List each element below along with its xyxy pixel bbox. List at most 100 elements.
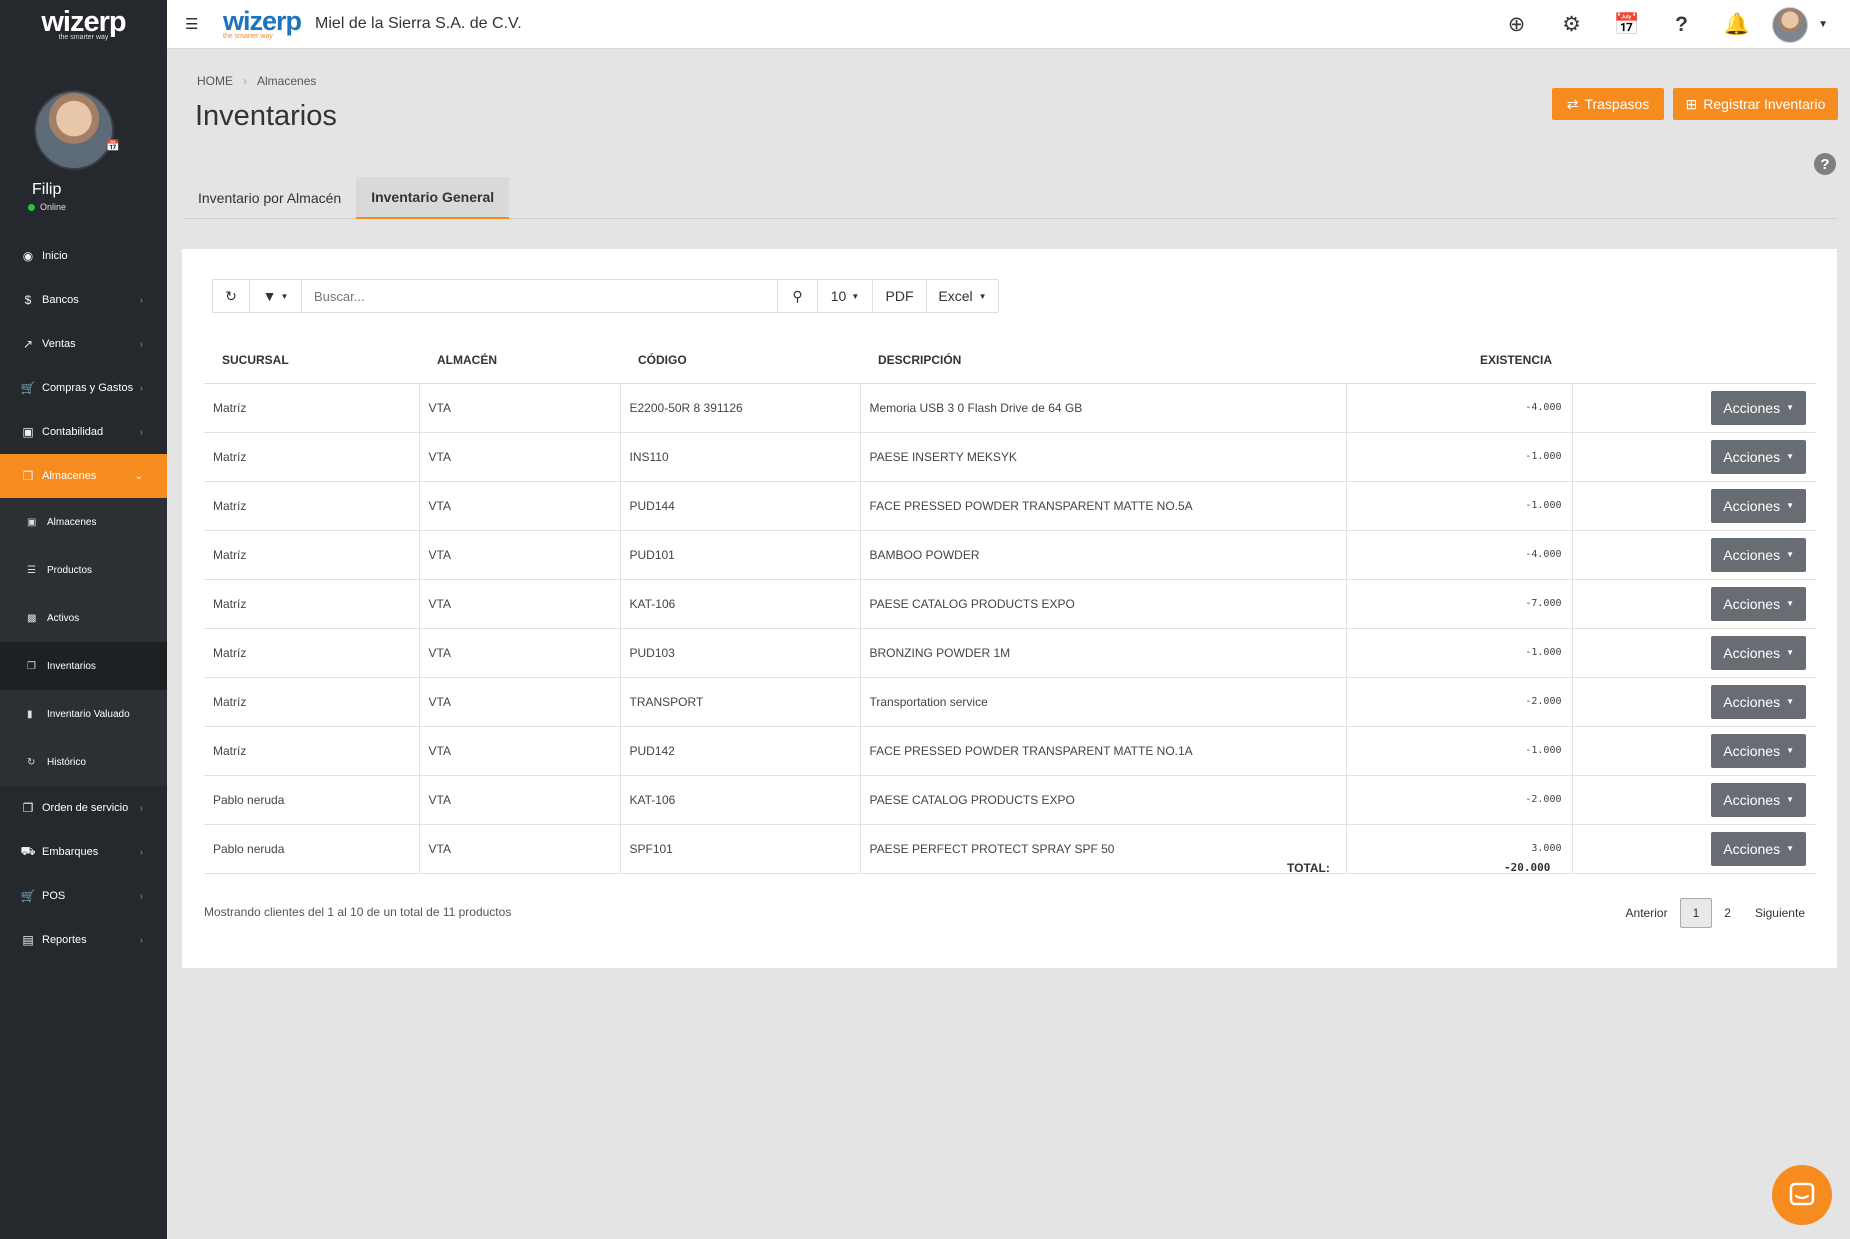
cell-descripcion: BAMBOO POWDER	[860, 530, 1347, 580]
caret-down-icon: ▼	[851, 291, 860, 301]
tab-inventario-por-almacen[interactable]: Inventario por Almacén	[183, 177, 356, 219]
acciones-button[interactable]: Acciones ▼	[1711, 586, 1806, 621]
sidebar-subitem-historico[interactable]: ↻ Histórico	[0, 738, 167, 786]
hamburger-menu-icon[interactable]: ☰	[185, 15, 207, 33]
page-size-select[interactable]: 10 ▼	[818, 280, 873, 312]
pagination-next[interactable]: Siguiente	[1743, 898, 1817, 928]
filter-button[interactable]: ▼ ▼	[250, 280, 302, 312]
excel-button[interactable]: Excel ▼	[927, 280, 998, 312]
cell-codigo: KAT-106	[620, 775, 861, 825]
user-avatar[interactable]	[1772, 6, 1809, 43]
sidebar-subitem-label: Inventario Valuado	[47, 708, 130, 720]
breadcrumb-home[interactable]: HOME	[197, 74, 233, 88]
caret-down-icon: ▼	[280, 291, 289, 301]
sidebar-subitem-inventarios[interactable]: ❐ Inventarios	[0, 642, 167, 690]
acciones-button[interactable]: Acciones ▼	[1711, 537, 1806, 572]
sidebar-item-reportes[interactable]: ▤ Reportes ›	[0, 918, 167, 962]
sidebar-item-label: Orden de servicio	[42, 802, 129, 814]
refresh-icon: ↻	[225, 287, 237, 304]
pagination-prev[interactable]: Anterior	[1614, 898, 1680, 928]
search-button[interactable]: ⚲	[778, 280, 818, 312]
cell-sucursal: Pablo neruda	[204, 775, 420, 825]
traspasos-button[interactable]: ⇄ Traspasos	[1552, 88, 1664, 120]
gears-icon[interactable]: ⚙	[1544, 12, 1599, 37]
sidebar-subitem-almacenes[interactable]: ▣ Almacenes	[0, 498, 167, 546]
calendar-icon[interactable]: 📅	[106, 139, 120, 152]
bell-icon[interactable]: 🔔	[1709, 13, 1764, 37]
sidebar-item-pos[interactable]: 🛒 POS ›	[0, 874, 167, 918]
files-icon: ❐	[22, 469, 34, 483]
cell-descripcion: PAESE CATALOG PRODUCTS EXPO	[860, 579, 1347, 629]
sidebar-subitem-activos[interactable]: ▩ Activos	[0, 594, 167, 642]
pagination-info: Mostrando clientes del 1 al 10 de un tot…	[204, 905, 512, 919]
pagination-page-2[interactable]: 2	[1712, 898, 1743, 928]
column-header-almacen[interactable]: ALMACÉN	[419, 337, 620, 384]
sidebar-subitem-productos[interactable]: ☰ Productos	[0, 546, 167, 594]
breadcrumb-separator-icon: ›	[243, 74, 247, 88]
refresh-button[interactable]: ↻	[213, 280, 250, 312]
acciones-button[interactable]: Acciones ▼	[1711, 733, 1806, 768]
acciones-button[interactable]: Acciones ▼	[1711, 390, 1806, 425]
traspasos-label: Traspasos	[1584, 96, 1650, 112]
caret-down-icon: ▼	[1786, 697, 1794, 706]
column-header-sucursal[interactable]: SUCURSAL	[204, 337, 419, 384]
cell-actions: Acciones ▼	[1572, 481, 1816, 531]
column-header-existencia[interactable]: EXISTENCIA	[1346, 337, 1572, 384]
pdf-button[interactable]: PDF	[873, 280, 927, 312]
files-icon: ❐	[22, 801, 34, 815]
chat-icon	[1789, 1182, 1815, 1206]
table-row: Matríz VTA E2200-50R 8 391126 Memoria US…	[204, 383, 1816, 433]
acciones-label: Acciones	[1723, 399, 1781, 416]
cell-existencia: -4.000	[1346, 383, 1573, 433]
cell-existencia: -2.000	[1346, 775, 1573, 825]
sidebar-item-embarques[interactable]: ⛟ Embarques ›	[0, 830, 167, 874]
caret-down-icon[interactable]: ▼	[1818, 19, 1828, 30]
dollar-icon: $	[24, 293, 32, 307]
pagination-page-1[interactable]: 1	[1679, 898, 1713, 928]
sidebar-item-bancos[interactable]: $ Bancos ›	[0, 278, 167, 322]
calendar-icon[interactable]: 📅	[1599, 13, 1654, 37]
add-circle-icon[interactable]: ⊕	[1489, 12, 1544, 37]
sidebar-item-almacenes[interactable]: ❐ Almacenes ⌄	[0, 454, 167, 498]
sidebar-logo[interactable]: wizerp the smarter way	[0, 0, 167, 49]
page-size-value: 10	[830, 288, 847, 304]
cell-almacen: VTA	[419, 775, 621, 825]
help-icon[interactable]: ?	[1654, 13, 1709, 37]
acciones-button[interactable]: Acciones ▼	[1711, 684, 1806, 719]
sidebar-subitem-label: Activos	[47, 612, 80, 624]
question-circle-icon[interactable]: ?	[1814, 153, 1836, 175]
cell-sucursal: Pablo neruda	[204, 824, 420, 874]
cell-actions: Acciones ▼	[1572, 677, 1816, 727]
header-logo[interactable]: wizerp the smarter way	[223, 8, 302, 41]
acciones-button[interactable]: Acciones ▼	[1711, 488, 1806, 523]
avatar[interactable]	[34, 90, 114, 170]
page-title: Inventarios	[195, 100, 337, 132]
sidebar-item-inicio[interactable]: ◉ Inicio	[0, 234, 167, 278]
breadcrumb-current[interactable]: Almacenes	[257, 74, 316, 88]
column-header-codigo[interactable]: CÓDIGO	[620, 337, 860, 384]
online-status: Online	[28, 202, 66, 212]
tab-inventario-general[interactable]: Inventario General	[356, 177, 510, 219]
acciones-button[interactable]: Acciones ▼	[1711, 782, 1806, 817]
sidebar-item-contabilidad[interactable]: ▣ Contabilidad ›	[0, 410, 167, 454]
acciones-button[interactable]: Acciones ▼	[1711, 439, 1806, 474]
registrar-inventario-button[interactable]: ⊞ Registrar Inventario	[1673, 88, 1838, 120]
acciones-button[interactable]: Acciones ▼	[1711, 635, 1806, 670]
line-chart-icon: ↗	[22, 337, 34, 351]
table-row: Pablo neruda VTA SPF101 PAESE PERFECT PR…	[204, 824, 1816, 874]
search-input[interactable]	[302, 280, 778, 312]
chat-launcher-button[interactable]	[1772, 1165, 1832, 1225]
table-row: Matríz VTA PUD144 FACE PRESSED POWDER TR…	[204, 481, 1816, 531]
sidebar-item-ventas[interactable]: ↗ Ventas ›	[0, 322, 167, 366]
sidebar-item-orden-servicio[interactable]: ❐ Orden de servicio ›	[0, 786, 167, 830]
sidebar-subitem-inventario-valuado[interactable]: ▮ Inventario Valuado	[0, 690, 167, 738]
sidebar-item-label: Contabilidad	[42, 426, 104, 438]
caret-down-icon: ▼	[1786, 648, 1794, 657]
cell-almacen: VTA	[419, 530, 621, 580]
acciones-button[interactable]: Acciones ▼	[1711, 831, 1806, 866]
cell-sucursal: Matríz	[204, 726, 420, 776]
cell-codigo: INS110	[620, 432, 861, 482]
sidebar: wizerp the smarter way 📅 Filip Online ◉ …	[0, 0, 167, 1239]
column-header-descripcion[interactable]: DESCRIPCIÓN	[860, 337, 1346, 384]
sidebar-item-compras[interactable]: 🛒 Compras y Gastos ›	[0, 366, 167, 410]
